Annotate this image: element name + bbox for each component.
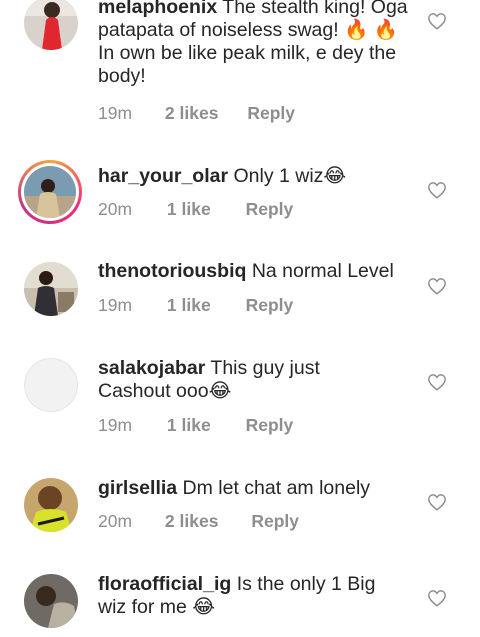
comment-likes[interactable]: 1 like — [167, 415, 211, 436]
comment-meta: 20m 2 likes Reply — [98, 511, 299, 532]
comment-username[interactable]: har_your_olar — [98, 165, 228, 187]
comment-body: Na normal Level — [251, 260, 394, 282]
comment-body: Only 1 wiz😂 — [233, 165, 347, 187]
reply-button[interactable]: Reply — [246, 295, 294, 316]
avatar[interactable] — [24, 574, 78, 628]
comment-time: 20m — [98, 511, 133, 531]
comment-text: har_your_olar Only 1 wiz😂 — [98, 165, 418, 188]
comment-text: melaphoenix The stealth king! Oga patapa… — [98, 0, 418, 88]
reply-button[interactable]: Reply — [251, 511, 299, 532]
comment-text: thenotoriousbiq Na normal Level — [98, 260, 418, 283]
comment-username[interactable]: girlsellia — [98, 477, 177, 499]
heart-outline-icon[interactable] — [427, 12, 447, 30]
reply-button[interactable]: Reply — [247, 103, 295, 124]
heart-outline-icon[interactable] — [427, 277, 447, 295]
avatar[interactable] — [24, 262, 78, 316]
avatar[interactable] — [24, 0, 78, 50]
heart-outline-icon[interactable] — [427, 181, 447, 199]
comment-meta: 19m 1 like Reply — [98, 295, 293, 316]
avatar[interactable] — [18, 160, 82, 224]
comment-meta: 19m 2 likes Reply — [98, 103, 295, 124]
comment-likes[interactable]: 1 like — [167, 295, 211, 316]
comment-likes[interactable]: 2 likes — [165, 511, 219, 532]
comment-username[interactable]: floraofficial_ig — [98, 573, 231, 595]
comment-username[interactable]: salakojabar — [98, 357, 205, 379]
comment-time: 19m — [98, 295, 133, 315]
comment-meta: 20m 1 like Reply — [98, 199, 293, 220]
comment-likes[interactable]: 2 likes — [165, 103, 219, 124]
comment-username[interactable]: thenotoriousbiq — [98, 260, 246, 282]
comment-text: floraofficial_ig Is the only 1 Big wiz f… — [98, 573, 398, 619]
avatar[interactable] — [24, 358, 78, 412]
comment-username[interactable]: melaphoenix — [98, 0, 217, 18]
heart-outline-icon[interactable] — [427, 493, 447, 511]
reply-button[interactable]: Reply — [246, 199, 294, 220]
comment-likes[interactable]: 1 like — [167, 199, 211, 220]
comment-text: girlsellia Dm let chat am lonely — [98, 477, 418, 500]
reply-button[interactable]: Reply — [246, 415, 294, 436]
comment-body: Dm let chat am lonely — [182, 477, 371, 499]
comment-text: salakojabar This guy just Cashout ooo😂 — [98, 357, 378, 403]
comment-time: 20m — [98, 199, 133, 219]
avatar[interactable] — [24, 478, 78, 532]
heart-outline-icon[interactable] — [427, 373, 447, 391]
heart-outline-icon[interactable] — [427, 589, 447, 607]
comment-time: 19m — [98, 103, 133, 123]
comment-meta: 19m 1 like Reply — [98, 415, 293, 436]
comment-time: 19m — [98, 415, 133, 435]
